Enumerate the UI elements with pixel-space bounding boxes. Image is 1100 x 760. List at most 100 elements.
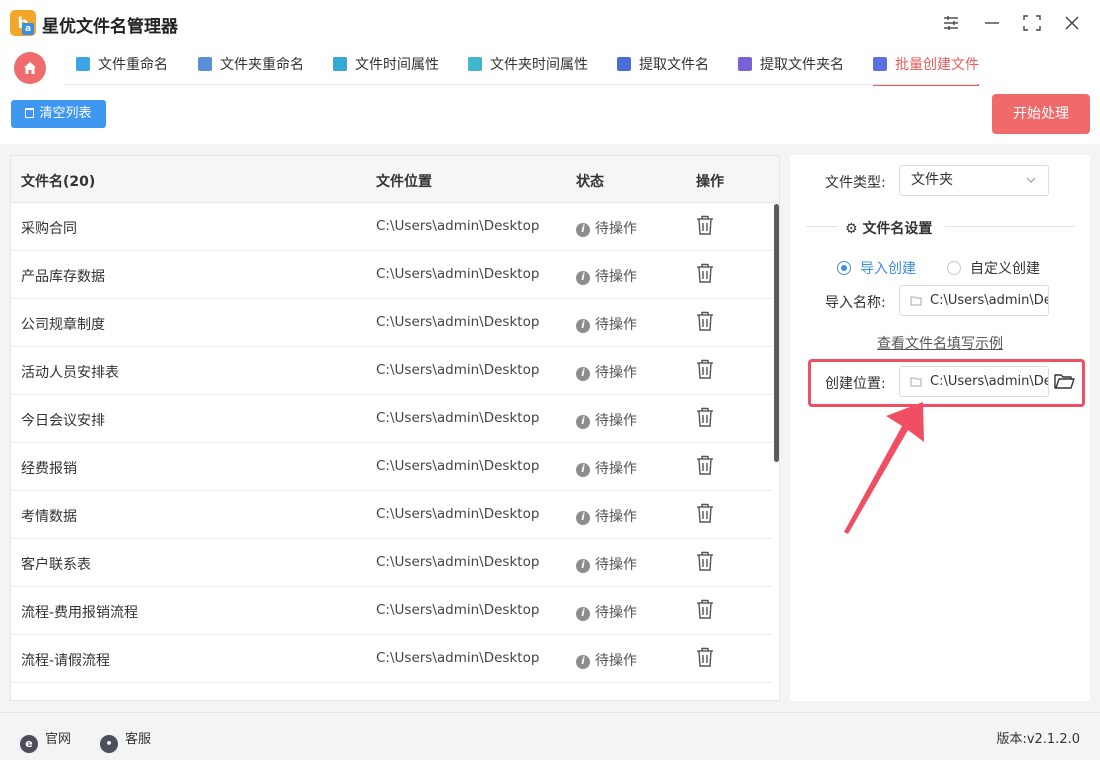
version-text: 版本:v2.1.2.0 xyxy=(996,732,1080,747)
radio-import-create[interactable]: 导入创建 xyxy=(837,258,916,278)
delete-trash-icon[interactable] xyxy=(696,551,714,571)
table-scrollbar[interactable] xyxy=(774,204,779,462)
toolbar: 清空列表 开始处理 xyxy=(0,88,1100,144)
file-table: 文件名(20) 文件位置 状态 操作 采购合同 C:\Users\admin\De… xyxy=(10,155,780,701)
row-status: i 待操作 xyxy=(576,410,637,430)
row-location: C:\Users\admin\Desktop xyxy=(376,218,540,234)
clear-list-button[interactable]: 清空列表 xyxy=(11,100,106,128)
trash-icon xyxy=(25,108,35,118)
info-icon: i xyxy=(576,463,590,477)
batch-create-icon xyxy=(873,57,887,71)
delete-trash-icon[interactable] xyxy=(696,263,714,283)
row-location: C:\Users\admin\Desktop xyxy=(376,410,540,426)
info-icon: i xyxy=(576,223,590,237)
radio-dot-icon xyxy=(837,261,851,275)
info-icon: i xyxy=(576,319,590,333)
delete-trash-icon[interactable] xyxy=(696,647,714,667)
folder-time-icon xyxy=(468,57,482,71)
radio-custom-label: 自定义创建 xyxy=(970,261,1040,277)
row-location: C:\Users\admin\Desktop xyxy=(376,266,540,282)
row-status: i 待操作 xyxy=(576,314,637,334)
row-filename: 客户联系表 xyxy=(21,557,91,573)
tab-folder-rename[interactable]: 文件夹重命名 xyxy=(198,46,304,86)
header-filename: 文件名(20) xyxy=(21,174,96,190)
chevron-down-icon xyxy=(1026,177,1036,183)
tab-file-time[interactable]: 文件时间属性 xyxy=(333,46,439,86)
row-location: C:\Users\admin\Desktop xyxy=(376,554,540,570)
row-filename: 今日会议安排 xyxy=(21,413,105,429)
tab-extract-foldername[interactable]: 提取文件夹名 xyxy=(738,46,844,86)
title-bar: b a 星优文件名管理器 xyxy=(0,0,1100,46)
table-row[interactable]: 公司规章制度 C:\Users\admin\Desktop i 待操作 xyxy=(11,299,773,347)
row-status: i 待操作 xyxy=(576,362,637,382)
file-rename-icon xyxy=(76,57,90,71)
extract-filename-icon xyxy=(617,57,631,71)
table-row[interactable]: 经费报销 C:\Users\admin\Desktop i 待操作 xyxy=(11,443,773,491)
folder-icon xyxy=(910,296,922,306)
table-row[interactable]: 流程-费用报销流程 C:\Users\admin\Desktop i 待操作 xyxy=(11,587,773,635)
website-link[interactable]: e 官网 xyxy=(20,728,71,753)
row-status: i 待操作 xyxy=(576,554,637,574)
row-location: C:\Users\admin\Desktop xyxy=(376,506,540,522)
header-action: 操作 xyxy=(696,174,724,190)
row-status-label: 待操作 xyxy=(595,605,637,621)
delete-trash-icon[interactable] xyxy=(696,455,714,475)
row-status-label: 待操作 xyxy=(595,221,637,237)
tab-label: 提取文件夹名 xyxy=(760,57,844,73)
table-row[interactable]: 客户联系表 C:\Users\admin\Desktop i 待操作 xyxy=(11,539,773,587)
header-status: 状态 xyxy=(576,174,604,190)
tab-extract-filename[interactable]: 提取文件名 xyxy=(617,46,709,86)
row-location: C:\Users\admin\Desktop xyxy=(376,602,540,618)
row-filename: 流程-费用报销流程 xyxy=(21,605,139,621)
maximize-icon[interactable] xyxy=(1019,9,1045,37)
table-row[interactable]: 考情数据 C:\Users\admin\Desktop i 待操作 xyxy=(11,491,773,539)
app-logo-badge: a xyxy=(22,23,34,35)
file-type-select[interactable]: 文件夹 xyxy=(899,165,1049,196)
row-filename: 经费报销 xyxy=(21,461,77,477)
table-row[interactable]: 产品库存数据 C:\Users\admin\Desktop i 待操作 xyxy=(11,251,773,299)
chat-icon: • xyxy=(100,735,118,753)
row-status-label: 待操作 xyxy=(595,557,637,573)
table-row[interactable]: 活动人员安排表 C:\Users\admin\Desktop i 待操作 xyxy=(11,347,773,395)
header-location: 文件位置 xyxy=(376,174,432,190)
close-icon[interactable] xyxy=(1059,9,1085,37)
file-type-value: 文件夹 xyxy=(911,172,953,188)
website-label: 官网 xyxy=(45,732,72,747)
row-status-label: 待操作 xyxy=(595,413,637,429)
import-name-field[interactable]: C:\Users\admin\De xyxy=(899,285,1049,316)
row-location: C:\Users\admin\Desktop xyxy=(376,650,540,666)
row-status: i 待操作 xyxy=(576,506,637,526)
info-icon: i xyxy=(576,271,590,285)
delete-trash-icon[interactable] xyxy=(696,215,714,235)
delete-trash-icon[interactable] xyxy=(696,503,714,523)
row-status: i 待操作 xyxy=(576,218,637,238)
delete-trash-icon[interactable] xyxy=(696,407,714,427)
customer-service-link[interactable]: • 客服 xyxy=(100,728,151,753)
tab-label: 提取文件名 xyxy=(639,57,709,73)
delete-trash-icon[interactable] xyxy=(696,599,714,619)
minimize-icon[interactable] xyxy=(979,9,1005,37)
table-row[interactable]: 今日会议安排 C:\Users\admin\Desktop i 待操作 xyxy=(11,395,773,443)
title-search-box[interactable] xyxy=(746,7,928,39)
start-process-button[interactable]: 开始处理 xyxy=(992,94,1090,134)
tab-folder-time[interactable]: 文件夹时间属性 xyxy=(468,46,588,86)
table-row[interactable]: 采购合同 C:\Users\admin\Desktop i 待操作 xyxy=(11,203,773,251)
tab-label: 文件时间属性 xyxy=(355,57,439,73)
table-body: 采购合同 C:\Users\admin\Desktop i 待操作 产品库存数据 C:\U… xyxy=(11,203,773,683)
filename-settings-label: 文件名设置 xyxy=(862,221,933,237)
gear-icon: ⚙ xyxy=(845,221,858,237)
import-name-value: C:\Users\admin\De xyxy=(930,293,1049,308)
table-row[interactable]: 流程-请假流程 C:\Users\admin\Desktop i 待操作 xyxy=(11,635,773,683)
tab-label: 文件重命名 xyxy=(98,57,168,73)
tab-file-rename[interactable]: 文件重命名 xyxy=(76,46,168,86)
radio-custom-create[interactable]: 自定义创建 xyxy=(947,258,1040,278)
delete-trash-icon[interactable] xyxy=(696,359,714,379)
delete-trash-icon[interactable] xyxy=(696,311,714,331)
website-icon: e xyxy=(20,735,38,753)
row-filename: 采购合同 xyxy=(21,221,77,237)
radio-import-label: 导入创建 xyxy=(860,261,916,277)
home-button[interactable] xyxy=(14,52,46,84)
tab-batch-create[interactable]: 批量创建文件 xyxy=(873,46,979,86)
settings-sliders-icon[interactable] xyxy=(938,9,964,37)
filename-example-link[interactable]: 查看文件名填写示例 xyxy=(877,333,1003,353)
